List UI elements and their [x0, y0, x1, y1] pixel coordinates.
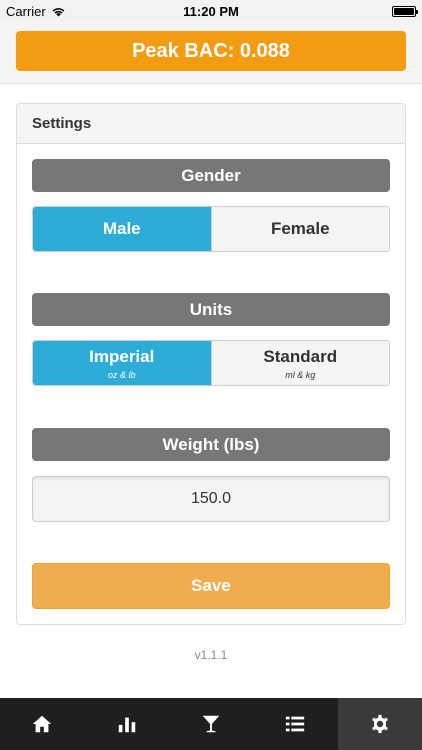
units-label: Units: [32, 293, 390, 326]
status-left: Carrier: [6, 4, 66, 19]
tab-settings[interactable]: [337, 698, 422, 750]
units-imperial-sublabel: oz & lb: [107, 369, 136, 380]
status-bar: Carrier 11:20 PM: [0, 0, 422, 22]
settings-panel: Settings Gender Male Female Units Imperi…: [16, 103, 406, 625]
units-standard-sublabel: ml & kg: [285, 369, 316, 380]
units-segmented-control: Imperial oz & lb Standard ml & kg: [32, 340, 390, 386]
units-standard-label: Standard: [263, 346, 338, 366]
gender-male-button[interactable]: Male: [33, 207, 211, 251]
save-button[interactable]: Save: [32, 563, 390, 609]
weight-input[interactable]: [32, 476, 390, 522]
version-label: v1.1.1: [194, 648, 228, 662]
battery-icon: [392, 5, 418, 17]
tab-stats[interactable]: [84, 698, 168, 750]
list-icon: [286, 716, 305, 732]
carrier-label: Carrier: [6, 3, 46, 19]
units-imperial-label: Imperial: [89, 346, 155, 366]
gear-icon: [371, 714, 388, 734]
home-icon: [33, 715, 52, 733]
units-standard-button[interactable]: Standard ml & kg: [210, 341, 389, 385]
settings-title: Settings: [17, 104, 405, 144]
tab-home[interactable]: [0, 698, 84, 750]
units-imperial-button[interactable]: Imperial oz & lb: [33, 341, 211, 385]
wifi-icon: [52, 7, 65, 16]
bar-chart-icon: [118, 717, 135, 733]
gender-female-button[interactable]: Female: [210, 207, 389, 251]
gender-segmented-control: Male Female: [32, 206, 390, 252]
gender-label: Gender: [32, 159, 390, 192]
tab-drinks[interactable]: [169, 698, 253, 750]
tab-list[interactable]: [253, 698, 337, 750]
cocktail-glass-icon: [202, 715, 220, 733]
tab-bar: [0, 698, 422, 750]
header-area: Peak BAC: 0.088: [0, 22, 422, 84]
weight-label: Weight (lbs): [32, 428, 390, 461]
peak-bac-banner[interactable]: Peak BAC: 0.088: [16, 31, 406, 71]
